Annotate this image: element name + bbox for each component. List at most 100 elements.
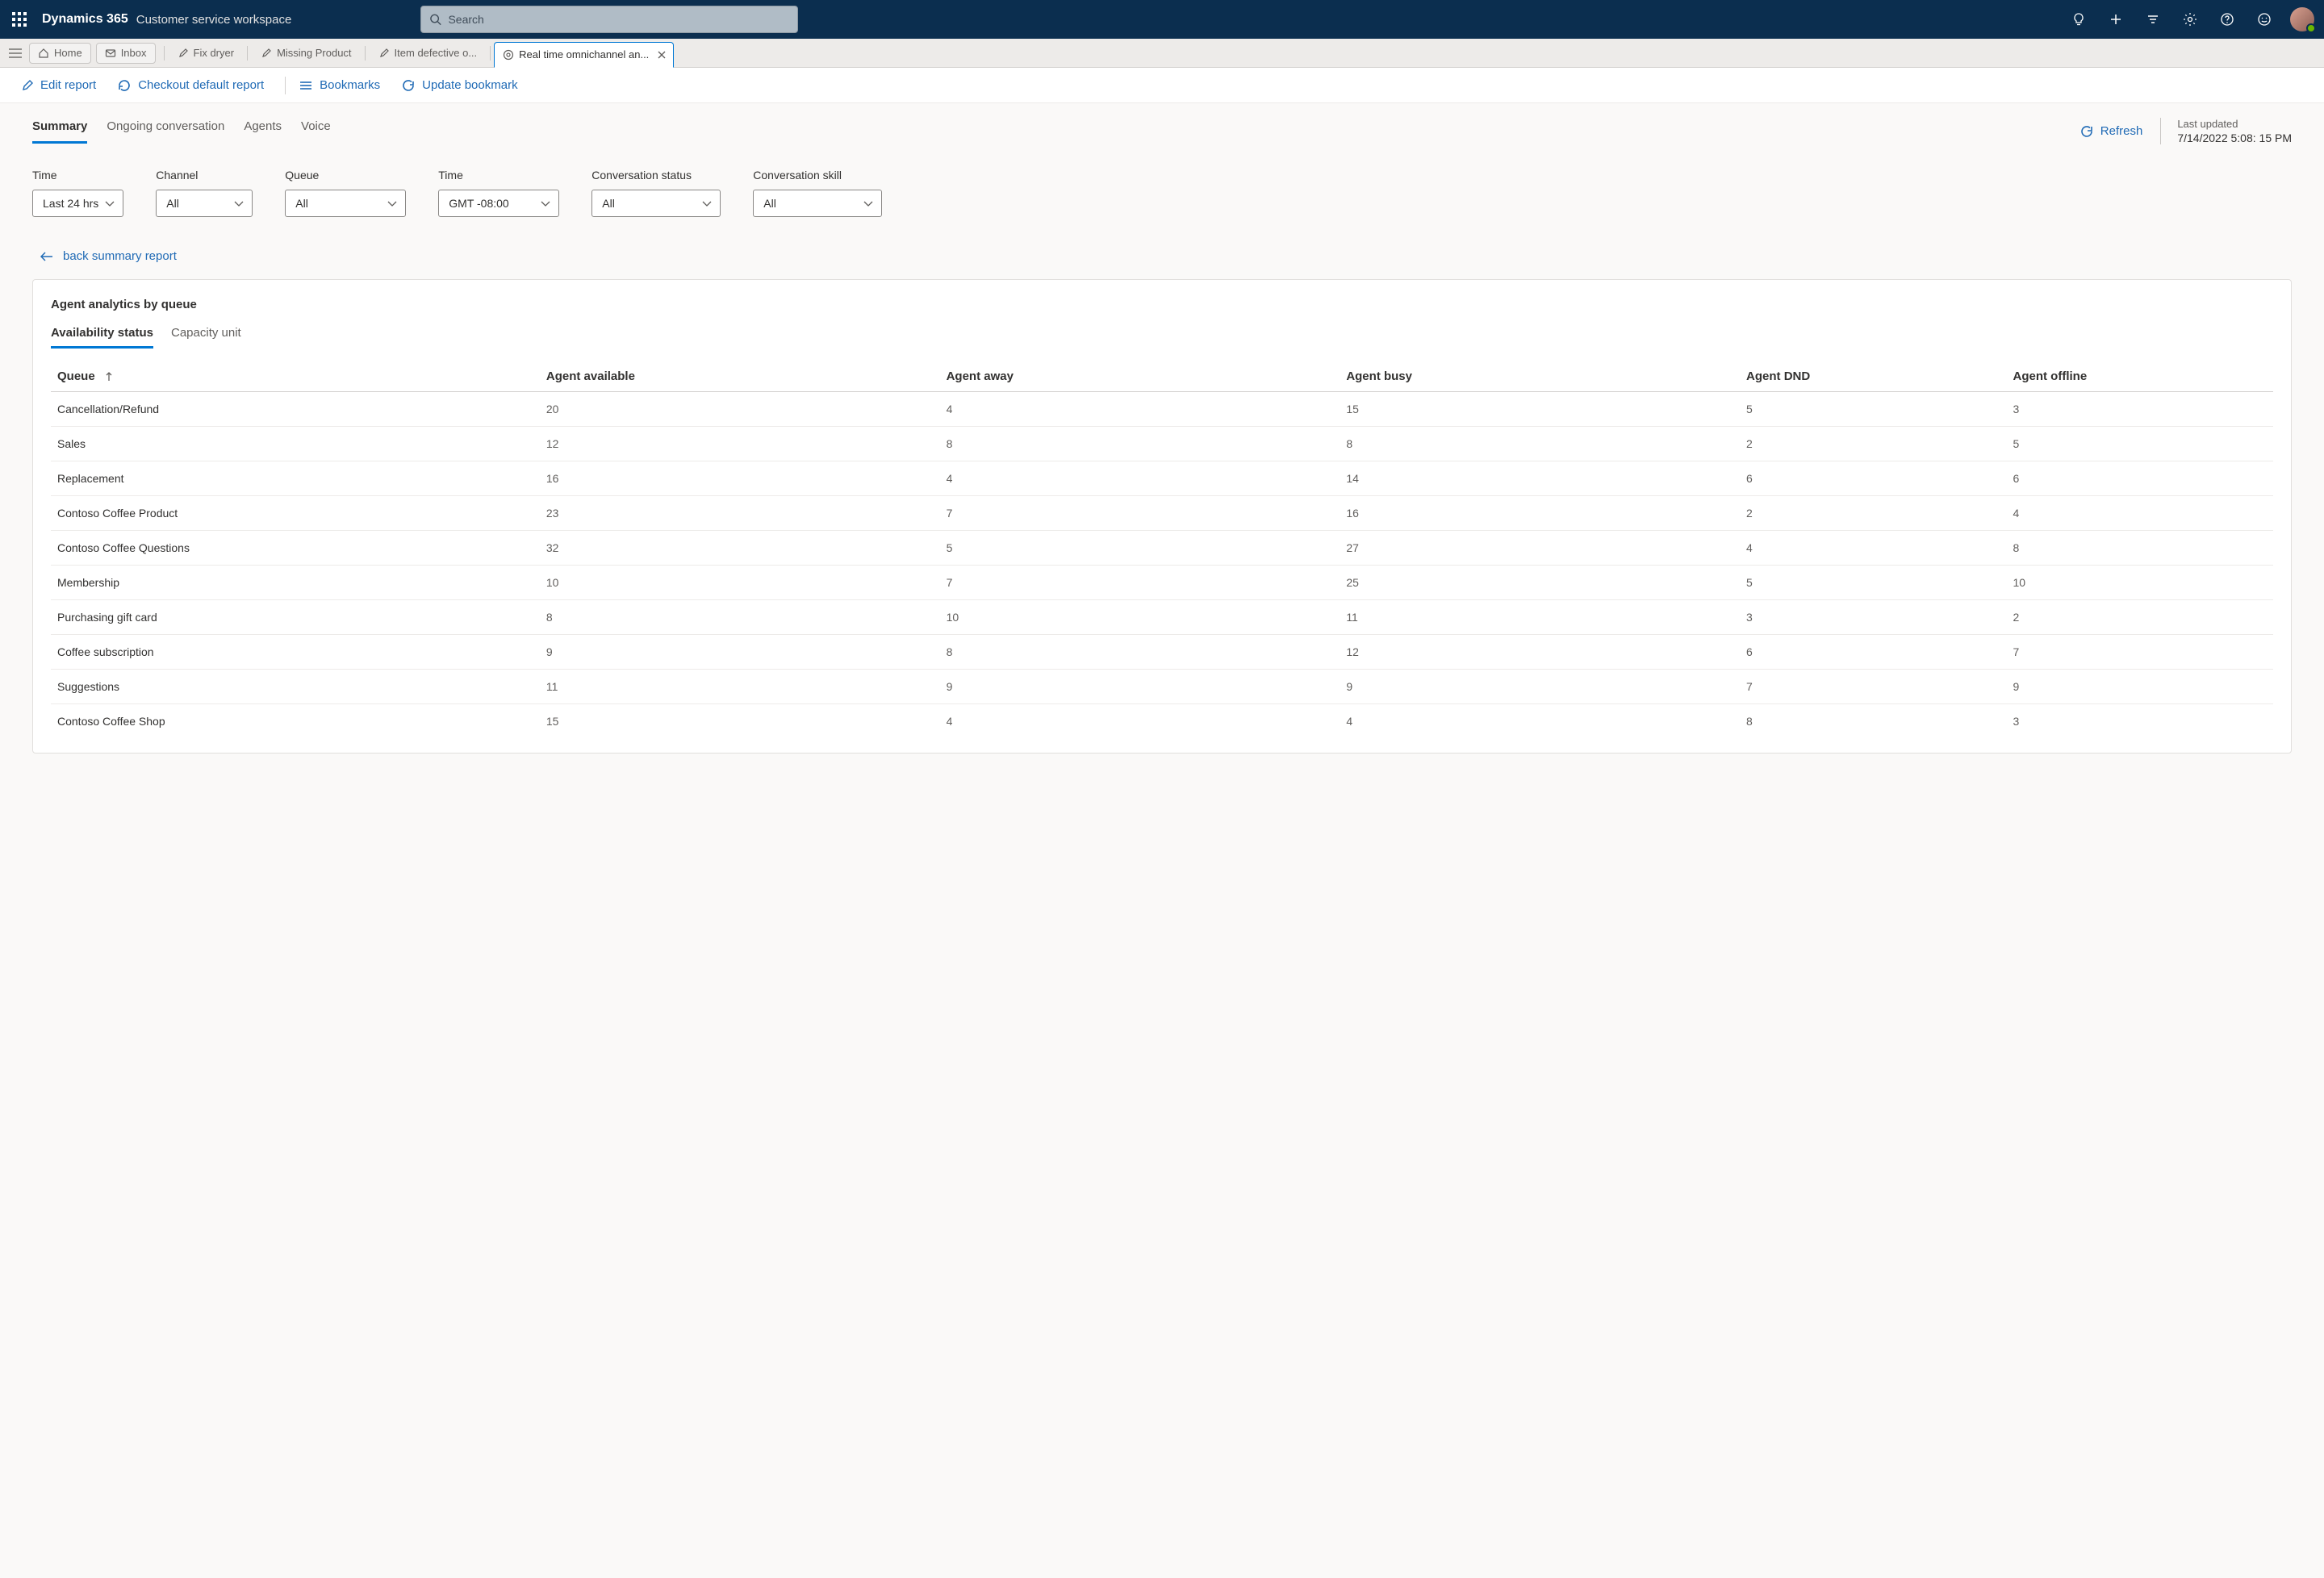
- settings-icon[interactable]: [2174, 3, 2206, 35]
- view-tab-agents[interactable]: Agents: [244, 119, 282, 144]
- filter-select[interactable]: All: [285, 190, 406, 217]
- table-row[interactable]: Membership10725510: [51, 566, 2273, 600]
- tab-divider: [164, 46, 165, 61]
- filter-label: Time: [32, 169, 123, 182]
- chevron-down-icon: [541, 197, 550, 210]
- away-cell: 7: [940, 496, 1340, 531]
- busy-cell: 11: [1340, 600, 1740, 635]
- view-tab-ongoing[interactable]: Ongoing conversation: [107, 119, 224, 144]
- bookmarks-button[interactable]: Bookmarks: [300, 78, 380, 92]
- tab-home[interactable]: Home: [29, 43, 91, 64]
- tab-inbox[interactable]: Inbox: [96, 43, 156, 64]
- view-tab-voice[interactable]: Voice: [301, 119, 331, 144]
- filter-select[interactable]: All: [753, 190, 882, 217]
- filter-label: Time: [438, 169, 559, 182]
- table-row[interactable]: Suggestions119979: [51, 670, 2273, 704]
- lightbulb-icon[interactable]: [2063, 3, 2095, 35]
- last-updated-label: Last updated: [2177, 118, 2292, 130]
- filter-select[interactable]: GMT -08:00: [438, 190, 559, 217]
- tab-realtime-omnichannel[interactable]: Real time omnichannel an...: [494, 42, 674, 68]
- tab-item-defective[interactable]: Item defective o...: [369, 40, 487, 66]
- queue-cell: Suggestions: [51, 670, 540, 704]
- tab-home-label: Home: [54, 47, 82, 59]
- global-search[interactable]: [420, 6, 798, 33]
- offline-cell: 10: [2007, 566, 2274, 600]
- away-cell: 4: [940, 461, 1340, 496]
- column-agent-available[interactable]: Agent available: [540, 361, 940, 392]
- table-row[interactable]: Replacement1641466: [51, 461, 2273, 496]
- queue-cell: Coffee subscription: [51, 635, 540, 670]
- column-agent-busy[interactable]: Agent busy: [1340, 361, 1740, 392]
- chevron-down-icon: [863, 197, 873, 210]
- filter-value: All: [602, 197, 615, 210]
- busy-cell: 9: [1340, 670, 1740, 704]
- filter-label: Channel: [156, 169, 253, 182]
- column-agent-offline[interactable]: Agent offline: [2007, 361, 2274, 392]
- dnd-cell: 3: [1740, 600, 2006, 635]
- available-cell: 9: [540, 635, 940, 670]
- add-icon[interactable]: [2100, 3, 2132, 35]
- filter-value: All: [763, 197, 776, 210]
- tab-missing-product[interactable]: Missing Product: [251, 40, 361, 66]
- filter-value: GMT -08:00: [449, 197, 508, 210]
- card-title: Agent analytics by queue: [33, 298, 2291, 311]
- tab-fix-dryer[interactable]: Fix dryer: [168, 40, 245, 66]
- filter-select[interactable]: All: [591, 190, 721, 217]
- checkout-default-report-button[interactable]: Checkout default report: [117, 78, 264, 93]
- view-tab-summary[interactable]: Summary: [32, 119, 87, 144]
- table-row[interactable]: Contoso Coffee Product2371624: [51, 496, 2273, 531]
- queue-cell: Contoso Coffee Questions: [51, 531, 540, 566]
- filter-select[interactable]: All: [156, 190, 253, 217]
- busy-cell: 4: [1340, 704, 1740, 739]
- table-row[interactable]: Purchasing gift card8101132: [51, 600, 2273, 635]
- away-cell: 8: [940, 427, 1340, 461]
- available-cell: 16: [540, 461, 940, 496]
- table-row[interactable]: Cancellation/Refund2041553: [51, 392, 2273, 427]
- feedback-icon[interactable]: [2248, 3, 2280, 35]
- back-summary-report[interactable]: back summary report: [40, 249, 2292, 263]
- search-input[interactable]: [448, 13, 789, 26]
- refresh-button[interactable]: Refresh: [2079, 124, 2143, 139]
- sort-asc-icon: [105, 372, 113, 382]
- command-divider: [285, 77, 286, 94]
- table-row[interactable]: Contoso Coffee Shop154483: [51, 704, 2273, 739]
- table-row[interactable]: Sales128825: [51, 427, 2273, 461]
- column-agent-away[interactable]: Agent away: [940, 361, 1340, 392]
- command-bar: Edit report Checkout default report Book…: [0, 68, 2324, 103]
- inner-tab-availability[interactable]: Availability status: [51, 326, 153, 349]
- available-cell: 8: [540, 600, 940, 635]
- tab-inbox-label: Inbox: [121, 47, 147, 59]
- agent-queue-table: Queue Agent available Agent away Agent b…: [51, 361, 2273, 738]
- inner-tab-capacity[interactable]: Capacity unit: [171, 326, 241, 349]
- available-cell: 11: [540, 670, 940, 704]
- table-row[interactable]: Coffee subscription981267: [51, 635, 2273, 670]
- user-avatar[interactable]: [2290, 7, 2314, 31]
- available-cell: 23: [540, 496, 940, 531]
- filter-group: Time GMT -08:00: [438, 169, 559, 217]
- app-launcher[interactable]: [6, 6, 32, 32]
- dnd-cell: 5: [1740, 392, 2006, 427]
- column-queue[interactable]: Queue: [51, 361, 540, 392]
- busy-cell: 16: [1340, 496, 1740, 531]
- update-bookmark-button[interactable]: Update bookmark: [401, 78, 517, 93]
- away-cell: 10: [940, 600, 1340, 635]
- tab-close-button[interactable]: [657, 50, 667, 60]
- filter-select[interactable]: Last 24 hrs: [32, 190, 123, 217]
- away-cell: 5: [940, 531, 1340, 566]
- available-cell: 32: [540, 531, 940, 566]
- offline-cell: 3: [2007, 392, 2274, 427]
- menu-icon[interactable]: [5, 43, 26, 64]
- tab-divider: [490, 46, 491, 61]
- edit-report-label: Edit report: [40, 78, 96, 92]
- dnd-cell: 8: [1740, 704, 2006, 739]
- busy-cell: 12: [1340, 635, 1740, 670]
- table-row[interactable]: Contoso Coffee Questions3252748: [51, 531, 2273, 566]
- queue-cell: Contoso Coffee Shop: [51, 704, 540, 739]
- column-agent-dnd[interactable]: Agent DND: [1740, 361, 2006, 392]
- away-cell: 4: [940, 392, 1340, 427]
- edit-report-button[interactable]: Edit report: [21, 78, 96, 92]
- filter-icon[interactable]: [2137, 3, 2169, 35]
- filter-group: Conversation skillAll: [753, 169, 882, 217]
- queue-cell: Purchasing gift card: [51, 600, 540, 635]
- help-icon[interactable]: [2211, 3, 2243, 35]
